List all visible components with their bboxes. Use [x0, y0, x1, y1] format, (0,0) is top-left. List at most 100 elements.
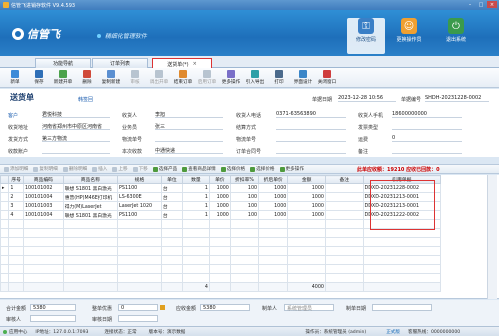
save-button[interactable]: 保存 [27, 68, 51, 88]
close-icon[interactable]: × [487, 1, 497, 8]
cell[interactable]: 惠普(HP)M46E打印机 [62, 192, 119, 202]
exit-system-button[interactable]: ⏻ 退出系统 [437, 18, 475, 54]
tab-order-list[interactable]: 订单列表 [92, 58, 148, 68]
cell[interactable]: 100101003 [22, 201, 64, 211]
cell[interactable]: 1000 [287, 201, 326, 211]
select-price-button[interactable]: 选择价格 [220, 166, 245, 172]
copy-detail-button[interactable]: 复制明细 [33, 166, 58, 172]
select-price2-button[interactable]: 选择价格 [250, 166, 275, 172]
change-password-button[interactable]: ⚿ 修改密码 [347, 18, 385, 54]
cell[interactable]: 1000 [287, 210, 326, 220]
customer-field[interactable]: 君悦科技 [42, 111, 110, 118]
cell[interactable]: 联想 S1801 黑白激光 [62, 183, 119, 193]
col-header[interactable]: 序号 [8, 175, 24, 184]
create-date-field[interactable] [372, 304, 432, 311]
cell[interactable]: 台 [160, 201, 183, 211]
receiver-mobile-field[interactable]: 18600000000 [392, 111, 462, 118]
app-center-link[interactable]: 应用中心 [9, 329, 27, 335]
cell[interactable]: 台 [160, 183, 183, 193]
move-up-button[interactable]: 上移 [112, 166, 128, 172]
receiver-phone-field[interactable]: 0371-63563890 [276, 111, 346, 118]
cell[interactable]: 1000 [208, 201, 231, 211]
tracking-no2-field[interactable] [276, 135, 346, 142]
cell[interactable]: 台 [160, 210, 183, 220]
cell[interactable]: 1000 [258, 183, 289, 193]
cell[interactable]: 100 [229, 183, 260, 193]
date-field[interactable]: 2023-12-28 10:56 [338, 95, 396, 102]
cell[interactable]: PS1100 [117, 210, 162, 220]
new-order-button[interactable]: 新建开单 [51, 68, 75, 88]
end-order-button[interactable]: 结束订单 [171, 68, 195, 88]
col-header[interactable]: 数量 [181, 175, 210, 184]
auditor-field[interactable] [30, 315, 76, 322]
cell[interactable]: 100 [229, 201, 260, 211]
cell[interactable]: 100101002 [22, 183, 64, 193]
freight-field[interactable]: 0 [392, 135, 462, 142]
col-header[interactable]: 备注 [324, 175, 364, 184]
cell[interactable]: PS1100 [117, 183, 162, 193]
enable-order-button[interactable]: 启用订单 [195, 68, 219, 88]
address-field[interactable]: 河南省郑州市中原区河南省 [42, 123, 110, 130]
audit-date-field[interactable] [118, 315, 158, 322]
cell[interactable]: 联想 S1801 黑白激光 [62, 210, 119, 220]
receiver-field[interactable]: 李旭 [155, 111, 223, 118]
cell[interactable] [324, 210, 364, 220]
cell[interactable] [324, 192, 364, 202]
approve-button[interactable]: 审核 [123, 68, 147, 88]
cell[interactable]: 2 [8, 192, 24, 202]
current-receipt-field[interactable]: 中通快递 [155, 147, 223, 154]
settlement-field[interactable] [276, 123, 346, 130]
add-detail-button[interactable]: 添加明细 [4, 166, 28, 172]
col-header[interactable]: 折扣率% [229, 175, 260, 184]
contract-no-field[interactable] [276, 147, 346, 154]
col-header[interactable]: 商品名称 [62, 175, 119, 184]
view-product-button[interactable]: 查看商品详情 [182, 166, 216, 172]
cell[interactable]: 3 [8, 201, 24, 211]
print-button[interactable]: 打印 [267, 68, 291, 88]
select-product-button[interactable]: 选择产品 [152, 166, 177, 172]
switch-operator-button[interactable]: ☺ 更换操作员 [390, 18, 428, 54]
remark-field[interactable] [392, 147, 462, 154]
cell[interactable]: 1 [181, 183, 210, 193]
cell[interactable]: 台 [160, 192, 183, 202]
cell[interactable]: 100 [229, 192, 260, 202]
col-header[interactable]: 金额 [287, 175, 326, 184]
cell[interactable]: 1000 [258, 192, 289, 202]
cell[interactable]: 4 [8, 210, 24, 220]
cell[interactable]: 100 [229, 210, 260, 220]
invoice-type-field[interactable] [392, 123, 462, 130]
col-header[interactable]: 规格 [117, 175, 162, 184]
col-header[interactable]: 折后单价 [258, 175, 289, 184]
close-tab-icon[interactable]: × [193, 61, 197, 67]
cell[interactable]: 1 [8, 183, 24, 193]
maximize-icon[interactable]: □ [476, 1, 486, 8]
account-field[interactable] [42, 147, 110, 154]
col-header[interactable]: 商品编码 [22, 175, 64, 184]
col-header[interactable]: 单位 [160, 175, 183, 184]
cell[interactable]: 1000 [208, 210, 231, 220]
cell[interactable]: 1000 [287, 183, 326, 193]
more-ops-button[interactable]: 更多操作 [219, 68, 243, 88]
insert-button[interactable]: 插入 [92, 166, 107, 172]
delete-button[interactable]: 删除 [75, 68, 99, 88]
salesman-field[interactable]: 张三 [155, 123, 223, 130]
cell[interactable]: 得力(M)LaserJet [62, 201, 119, 211]
new-button[interactable]: 新单 [3, 68, 27, 88]
cell[interactable]: 1 [181, 201, 210, 211]
cell[interactable]: 1 [181, 210, 210, 220]
close-window-button[interactable]: 关闭窗口 [315, 68, 339, 88]
total-amount-field[interactable]: 5380 [30, 304, 76, 311]
tab-function-nav[interactable]: 功能导航 [35, 58, 91, 68]
cell[interactable]: 100101004 [22, 210, 64, 220]
cell[interactable]: 1000 [258, 201, 289, 211]
cell[interactable]: 1000 [258, 210, 289, 220]
shipping-method-field[interactable]: 第三方物流 [42, 135, 110, 142]
delete-detail-button[interactable]: 删除明细 [62, 166, 87, 172]
vertical-scrollbar[interactable] [487, 175, 497, 299]
cell[interactable]: 100101004 [22, 192, 64, 202]
tracking-no-field[interactable] [155, 135, 223, 142]
cell[interactable]: 1 [181, 192, 210, 202]
creator-field[interactable]: 系统管理员 [284, 304, 334, 312]
import-export-button[interactable]: 引入导出 [243, 68, 267, 88]
discount-field[interactable]: 0 [118, 304, 158, 311]
